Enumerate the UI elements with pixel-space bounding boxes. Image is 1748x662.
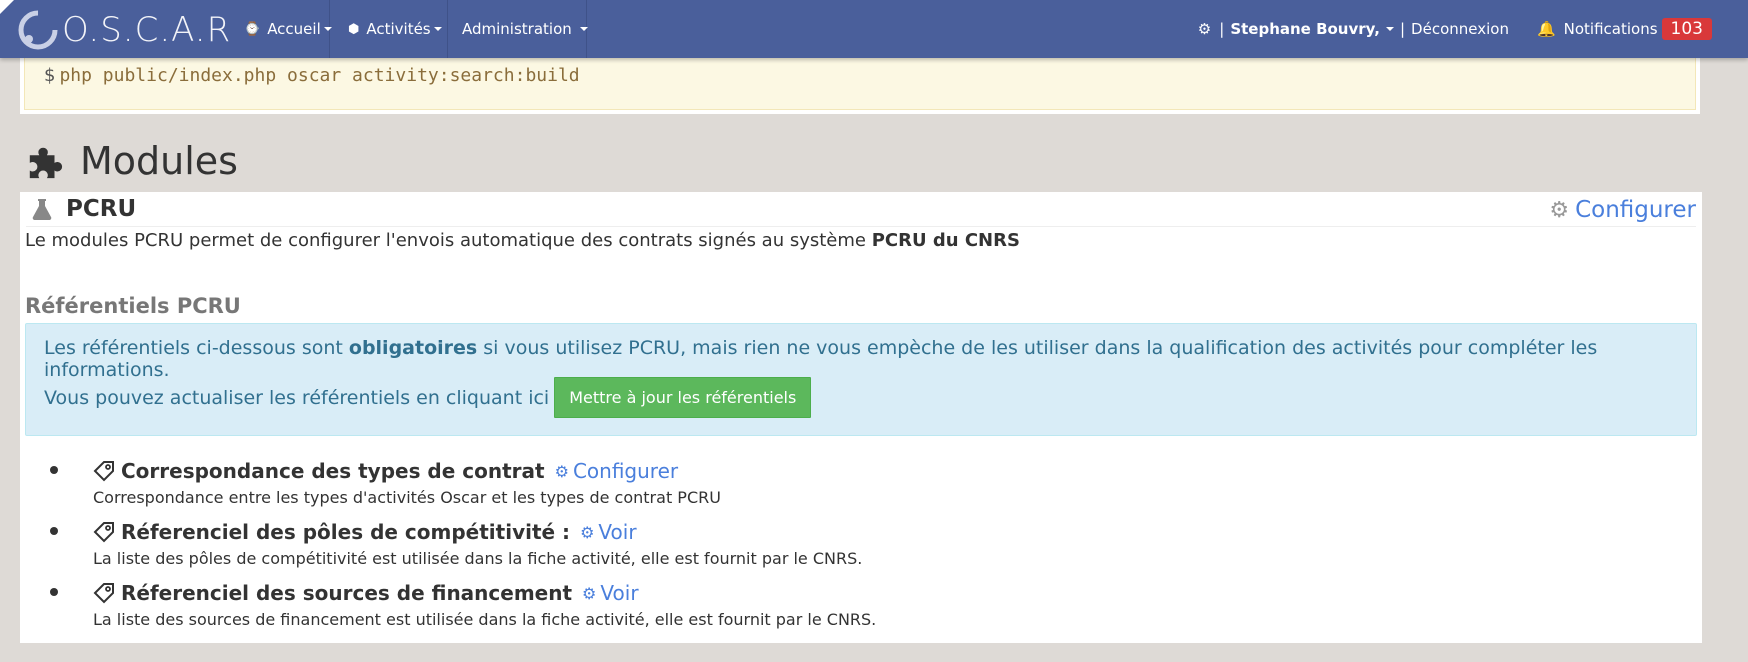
module-card-header: PCRU ⚙ Configurer [26,192,1696,227]
chevron-down-icon [323,27,332,31]
info-text: Les référentiels ci-dessous sont [44,337,349,359]
nav-activites-label: Activités [366,20,431,38]
gear-icon: ⚙ [580,522,595,542]
chevron-down-icon [579,27,588,31]
chevron-down-icon [433,27,442,31]
list-item: Correspondance des types de contrat ⚙ Co… [50,456,876,507]
user-name[interactable]: Stephane Bouvry, [1230,20,1380,38]
notifications-badge[interactable]: 103 [1661,18,1712,40]
list-item-title: Correspondance des types de contrat [121,459,545,483]
voir-link[interactable]: ⚙ Voir [582,581,639,605]
voir-link-label: Voir [598,520,637,544]
gear-icon: ⚙ [582,583,597,603]
bullet [50,466,58,474]
configure-link[interactable]: ⚙ Configurer [555,459,679,483]
voir-link[interactable]: ⚙ Voir [580,520,637,544]
page-title-text: Modules [80,139,238,183]
logout-link[interactable]: Déconnexion [1411,20,1509,38]
gear-icon: ⚙ [1549,197,1570,223]
nav-administration-label: Administration [462,20,572,38]
voir-link-label: Voir [600,581,639,605]
nav-administration[interactable]: Administration [448,0,588,58]
list-item-title: Réferenciel des sources de financement [121,581,573,605]
command-prompt: $ [44,65,56,86]
cube-icon: ⬢ [348,21,360,37]
chevron-down-icon[interactable] [1385,27,1394,31]
separator: | [1219,20,1225,38]
gear-icon[interactable]: ⚙ [1198,20,1211,38]
list-item-header: Réferenciel des sources de financement ⚙… [93,578,876,608]
nav-accueil[interactable]: ⌚ Accueil [230,0,332,58]
bullet [50,588,58,596]
configure-link-label: Configurer [572,459,679,483]
oscar-logo-icon [18,10,58,50]
brand-logo[interactable]: O.S.C.A.R [18,10,231,50]
list-item-title: Réferenciel des pôles de compétitivité : [121,520,571,544]
referentiels-list: Correspondance des types de contrat ⚙ Co… [50,456,876,639]
bullet [50,527,58,535]
list-item-header: Correspondance des types de contrat ⚙ Co… [93,456,876,486]
tag-icon [93,522,114,543]
flask-icon [32,199,52,220]
list-item-description: La liste des pôles de compétitivité est … [93,549,863,568]
page-title: Modules [26,136,238,186]
list-item-description: La liste des sources de financement est … [93,610,877,629]
update-line: Vous pouvez actualiser les référentiels … [44,377,812,418]
referentiels-heading: Référentiels PCRU [25,294,241,318]
description-bold: PCRU du CNRS [871,230,1020,251]
list-item-header: Réferenciel des pôles de compétitivité :… [93,517,876,547]
info-line: Les référentiels ci-dessous sont obligat… [44,337,1696,381]
navbar-user-area: ⚙ | Stephane Bouvry, | Déconnexion 🔔 Not… [1198,0,1748,58]
separator: | [1399,20,1406,38]
configure-module-label: Configurer [1575,197,1696,223]
module-card-pcru: PCRU ⚙ Configurer Le modules PCRU permet… [20,192,1702,643]
brand-name: O.S.C.A.R [62,10,232,50]
update-text: Vous pouvez actualiser les référentiels … [44,386,550,409]
list-item-description: Correspondance entre les types d'activit… [93,488,721,507]
nav-activites[interactable]: ⬢ Activités [334,0,448,58]
module-title: PCRU [32,196,136,222]
module-name: PCRU [66,196,137,222]
command-code: $ php public/index.php oscar activity:sea… [24,56,1696,110]
description-text: Le modules PCRU permet de configurer l'e… [25,230,872,251]
bell-icon[interactable]: 🔔 [1537,20,1556,38]
corner-fold [0,0,14,14]
puzzle-icon [29,147,63,179]
watch-icon: ⌚ [244,21,261,37]
tag-icon [93,461,114,482]
update-referentiels-button[interactable]: Mettre à jour les référentiels [554,377,812,418]
command-panel: $ php public/index.php oscar activity:sea… [20,56,1700,114]
info-bold: obligatoires [348,337,478,359]
module-description: Le modules PCRU permet de configurer l'e… [25,230,1020,251]
info-alert: Les référentiels ci-dessous sont obligat… [25,323,1697,436]
top-navbar: O.S.C.A.R ⌚ Accueil ⬢ Activités Administ… [0,0,1748,58]
notifications-link[interactable]: Notifications [1564,20,1658,38]
list-item: Réferenciel des sources de financement ⚙… [50,578,876,629]
command-text: php public/index.php oscar activity:sear… [59,65,580,86]
configure-module-link[interactable]: ⚙ Configurer [1549,197,1696,223]
list-item: Réferenciel des pôles de compétitivité :… [50,517,876,568]
nav-accueil-label: Accueil [267,20,321,38]
gear-icon: ⚙ [554,461,569,481]
tag-icon [93,583,114,604]
